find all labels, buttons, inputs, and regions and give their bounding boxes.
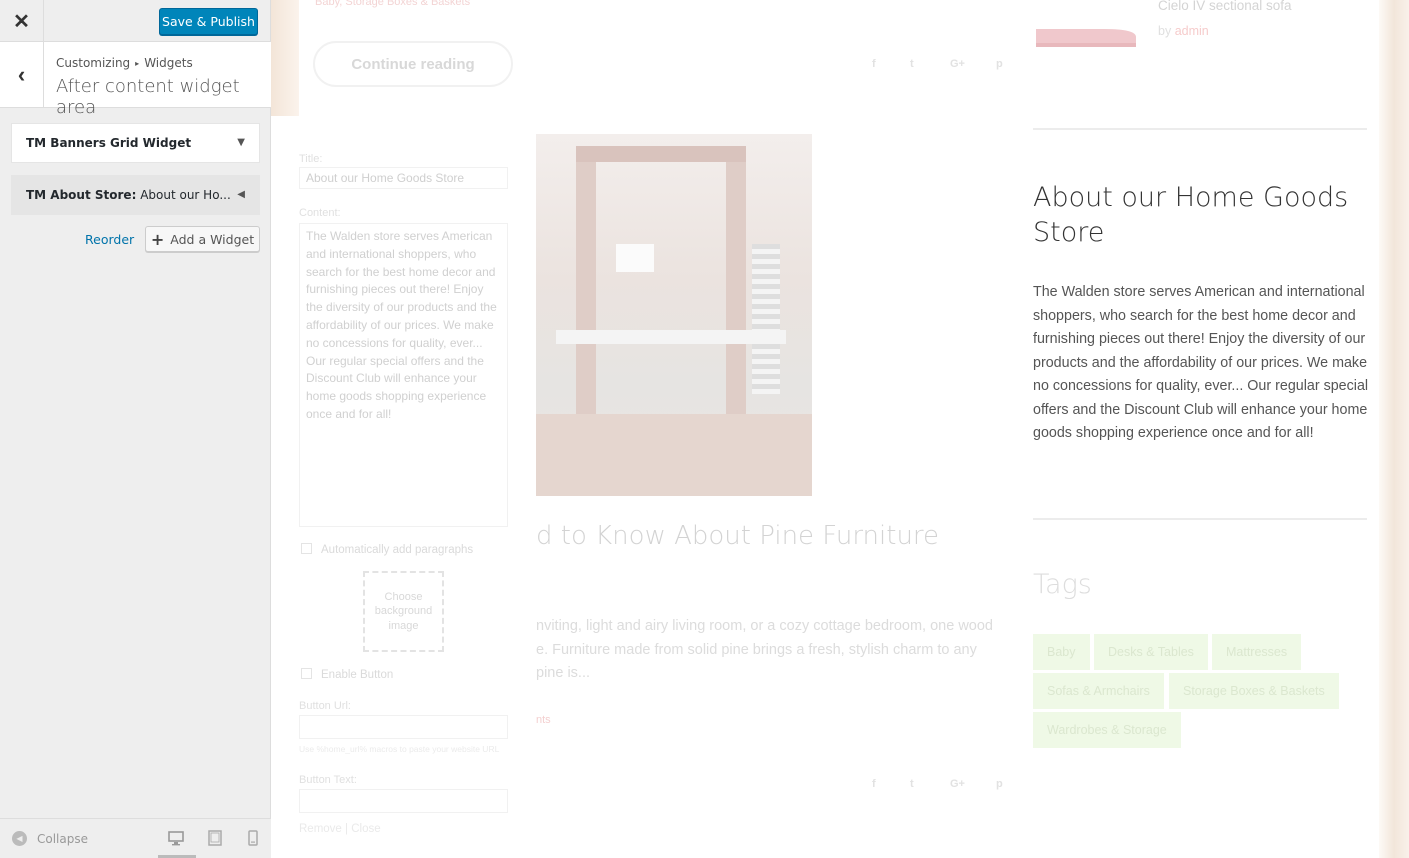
tag-link[interactable]: Storage Boxes & Baskets: [1169, 673, 1339, 709]
mobile-icon[interactable]: [245, 830, 261, 846]
widget-name: TM About Store:: [26, 188, 137, 202]
enable-button-checkbox[interactable]: [301, 668, 312, 679]
post-image[interactable]: [536, 134, 812, 496]
remove-link[interactable]: Remove: [299, 823, 342, 835]
choose-background-image-button[interactable]: Choose background image: [363, 571, 444, 652]
divider: [1033, 518, 1367, 520]
save-publish-button[interactable]: Save & Publish: [159, 8, 258, 35]
collapse-icon: ◀: [12, 831, 27, 846]
continue-reading-button[interactable]: Continue reading: [313, 41, 513, 87]
close-icon[interactable]: ✕: [0, 0, 44, 42]
breadcrumb-current: Widgets: [144, 56, 193, 70]
customizer-sidebar: ✕ Save & Publish ‹ Customizing ▸ Widgets A…: [0, 0, 271, 858]
collapse-arrow-icon[interactable]: ◀: [237, 189, 245, 200]
auto-paragraphs-label: Automatically add paragraphs: [321, 544, 474, 556]
wood-background-right: [1379, 0, 1409, 858]
tags-title: Tags: [1033, 569, 1092, 600]
wood-background-left: [271, 0, 299, 116]
section-title: After content widget area: [56, 76, 240, 118]
widget-about-store[interactable]: TM About Store: About our Ho... ◀: [11, 175, 260, 215]
pinterest-icon[interactable]: p: [996, 778, 1003, 790]
add-widget-label: Add a Widget: [170, 231, 255, 247]
widget-banners-grid[interactable]: TM Banners Grid Widget ▼: [11, 123, 260, 163]
collapse-label: Collapse: [37, 831, 88, 846]
product-author: by admin: [1158, 24, 1209, 38]
tag-link[interactable]: Sofas & Armchairs: [1033, 673, 1164, 709]
widget-form: Title: About our Home Goods Store Conten…: [271, 116, 536, 858]
content-label: Content:: [299, 207, 341, 219]
product-thumbnail[interactable]: [1034, 23, 1138, 51]
button-text-input[interactable]: [299, 789, 508, 813]
customizer-footer: ◀ Collapse: [0, 818, 271, 858]
post-title[interactable]: d to Know About Pine Furniture: [536, 521, 939, 551]
plus-icon: +: [150, 229, 165, 249]
title-label: Title:: [299, 153, 323, 165]
facebook-icon[interactable]: f: [872, 778, 876, 790]
site-preview: Baby, Storage Boxes & Baskets Continue r…: [271, 0, 1409, 858]
tag-link[interactable]: Baby: [1033, 634, 1090, 670]
back-icon[interactable]: ‹: [0, 42, 44, 108]
widget-name: TM Banners Grid Widget: [26, 136, 192, 150]
button-text-label: Button Text:: [299, 774, 357, 786]
post-comments-link[interactable]: nts: [536, 714, 551, 726]
author-link[interactable]: admin: [1175, 24, 1209, 38]
auto-paragraphs-checkbox[interactable]: [301, 543, 312, 554]
title-input[interactable]: About our Home Goods Store: [299, 167, 508, 189]
widget-subtitle: About our Ho...: [136, 188, 231, 202]
facebook-icon[interactable]: f: [872, 58, 876, 70]
expand-arrow-icon[interactable]: ▼: [237, 137, 245, 148]
button-url-hint: Use %home_url% macros to paste your webs…: [299, 744, 500, 754]
collapse-button[interactable]: ◀ Collapse: [12, 831, 88, 846]
about-text: The Walden store serves American and int…: [1033, 284, 1369, 441]
close-link[interactable]: Close: [351, 823, 380, 835]
breadcrumb-root: Customizing: [56, 56, 131, 70]
customizer-header: ✕ Save & Publish: [0, 0, 271, 42]
post-excerpt: nviting, light and airy living room, or …: [536, 618, 993, 681]
button-url-input[interactable]: [299, 715, 508, 739]
google-plus-icon[interactable]: G+: [950, 778, 965, 790]
twitter-icon[interactable]: t: [910, 58, 914, 70]
product-title[interactable]: Cielo IV sectional sofa: [1158, 0, 1292, 13]
reorder-link[interactable]: Reorder: [85, 232, 134, 247]
content-textarea[interactable]: The Walden store serves American and int…: [299, 223, 508, 527]
breadcrumb-separator-icon: ▸: [135, 59, 140, 68]
tag-link[interactable]: Wardrobes & Storage: [1033, 712, 1181, 748]
divider: [1033, 128, 1367, 130]
pinterest-icon[interactable]: p: [996, 58, 1003, 70]
tablet-icon[interactable]: [207, 830, 223, 846]
twitter-icon[interactable]: t: [910, 778, 914, 790]
google-plus-icon[interactable]: G+: [950, 58, 965, 70]
desktop-icon[interactable]: [168, 830, 184, 846]
post-tags[interactable]: Baby, Storage Boxes & Baskets: [315, 0, 470, 8]
tag-link[interactable]: Desks & Tables: [1094, 634, 1208, 670]
breadcrumb: Customizing ▸ Widgets: [56, 56, 193, 70]
enable-button-label: Enable Button: [321, 669, 394, 681]
tag-link[interactable]: Mattresses: [1212, 634, 1302, 670]
about-title: About our Home Goods Store: [1033, 182, 1349, 248]
button-url-label: Button Url:: [299, 700, 351, 712]
section-header: ‹ Customizing ▸ Widgets After content widg…: [0, 42, 271, 118]
widget-actions: Remove | Close: [299, 823, 381, 835]
add-widget-button[interactable]: + Add a Widget: [145, 226, 260, 252]
